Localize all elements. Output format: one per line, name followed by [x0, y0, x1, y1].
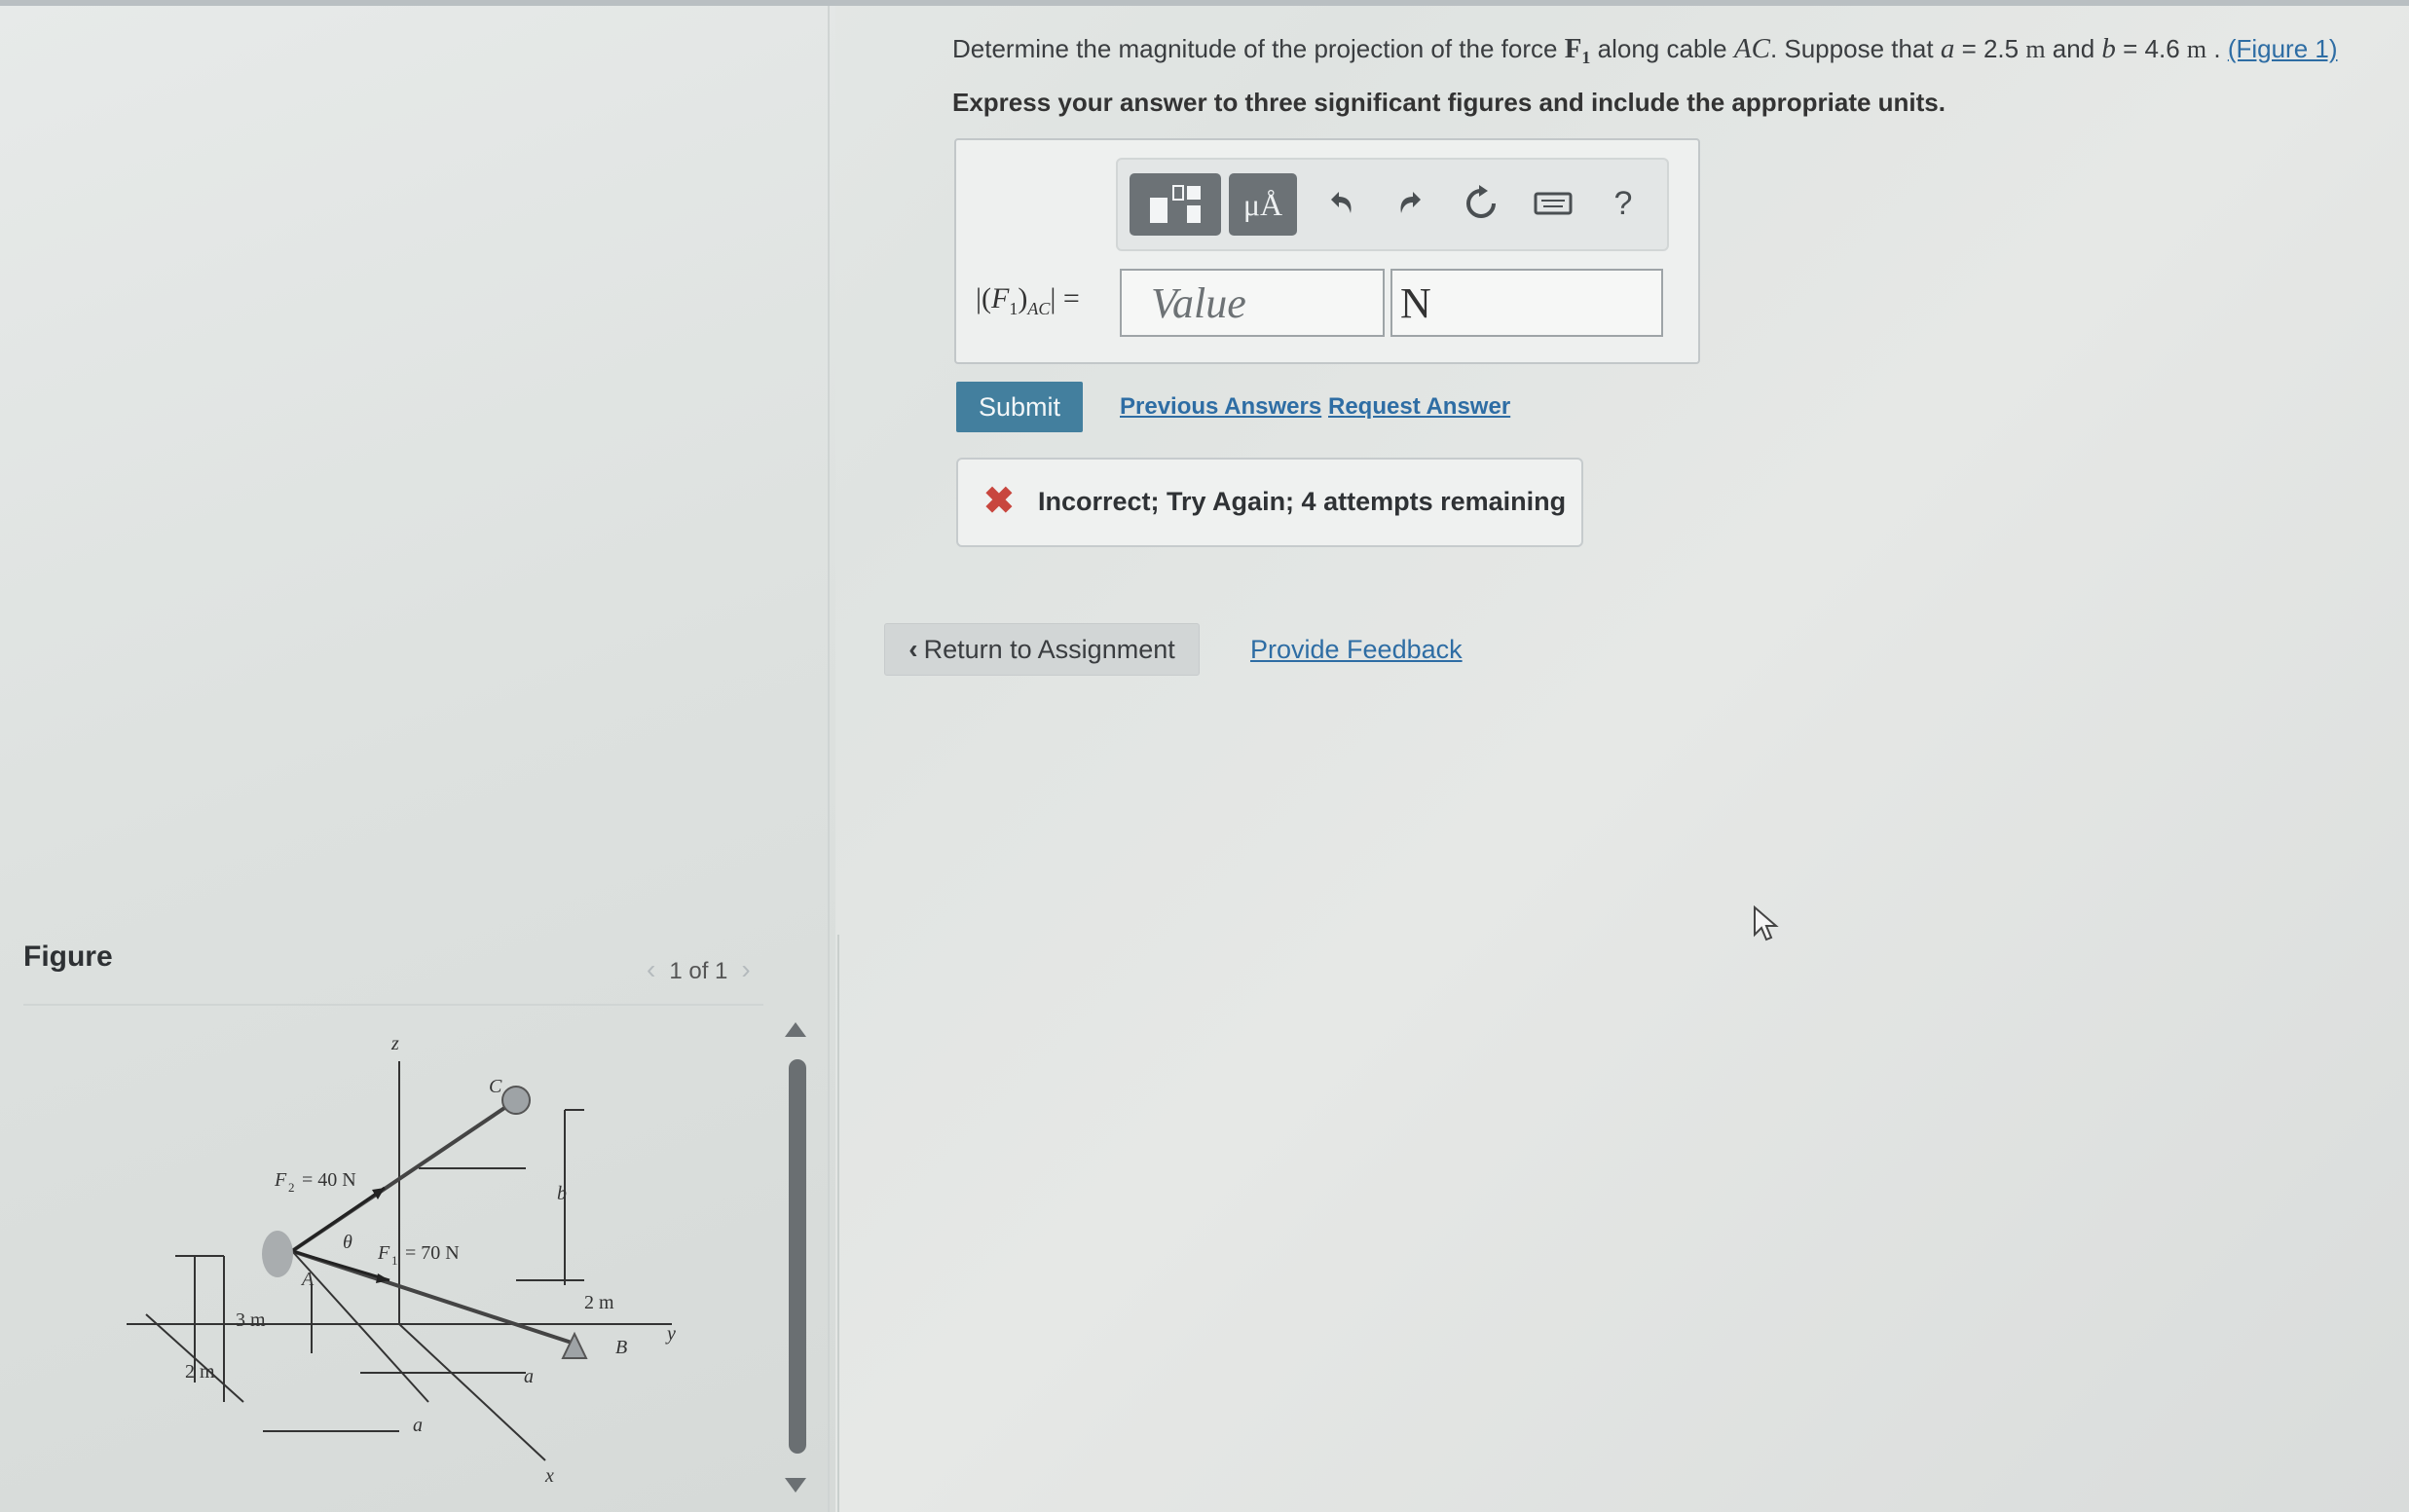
scroll-down-arrow-icon[interactable] — [785, 1478, 806, 1493]
feedback-box: ✖ Incorrect; Try Again; 4 attempts remai… — [956, 458, 1583, 547]
previous-answers-link[interactable]: Previous Answers — [1120, 393, 1321, 421]
b-dim-label: b — [557, 1183, 567, 1204]
templates-icon — [1150, 185, 1201, 223]
figure-page-count: 1 of 1 — [669, 958, 728, 984]
b-point-label: B — [615, 1337, 627, 1358]
math-toolbar: μÅ ? — [1116, 158, 1669, 251]
question-and: and — [2045, 34, 2102, 63]
question-a-unit: m — [2025, 35, 2046, 63]
question-part1: Determine the magnitude of the projectio… — [952, 34, 1565, 63]
f2-label-value: = 40 N — [302, 1169, 356, 1191]
answer-label-suffix: | = — [1050, 282, 1080, 314]
figure-heading: Figure — [23, 940, 113, 973]
prev-figure-icon[interactable]: ‹ — [633, 954, 669, 984]
provide-feedback-link[interactable]: Provide Feedback — [1250, 635, 1463, 665]
theta-label: θ — [343, 1232, 352, 1253]
question-b-eq: = 4.6 — [2115, 34, 2187, 63]
pane-divider-lower — [837, 935, 839, 1512]
x-axis — [398, 1323, 546, 1461]
figure-link[interactable]: (Figure 1) — [2228, 34, 2338, 63]
unit-input[interactable] — [1390, 269, 1663, 337]
a-dim-label-upper: a — [524, 1366, 534, 1387]
answer-label: |(F1)AC| = — [976, 282, 1080, 319]
help-button[interactable]: ? — [1599, 179, 1648, 228]
question-a-var: a — [1940, 33, 1955, 64]
incorrect-x-icon: ✖ — [983, 481, 1015, 522]
c-label: C — [489, 1076, 502, 1097]
reset-icon[interactable] — [1457, 179, 1505, 228]
y-label: y — [665, 1323, 676, 1345]
redo-icon[interactable] — [1387, 179, 1435, 228]
return-label: Return to Assignment — [923, 634, 1175, 664]
three-m-label: 3 m — [236, 1309, 266, 1331]
next-figure-icon[interactable]: › — [727, 954, 763, 984]
feedback-message: Incorrect; Try Again; 4 attempts remaini… — [1038, 487, 1567, 516]
answer-label-subscript: AC — [1027, 299, 1051, 318]
question-sep: . — [2206, 34, 2228, 63]
pane-divider — [828, 6, 830, 1512]
z-label: z — [390, 1033, 399, 1054]
answer-label-var: F — [991, 282, 1010, 314]
question-part3: . Suppose that — [1769, 34, 1941, 63]
units-button[interactable]: μÅ — [1229, 173, 1297, 236]
return-to-assignment-button[interactable]: ‹ Return to Assignment — [884, 623, 1200, 676]
answer-label-prefix: |( — [976, 282, 991, 314]
two-m-left-label: 2 m — [185, 1361, 215, 1383]
chevron-left-icon: ‹ — [908, 634, 918, 664]
question-part2: along cable — [1590, 34, 1734, 63]
f1-label-sub: 1 — [391, 1253, 398, 1268]
answer-label-close: ) — [1018, 282, 1028, 314]
figure-scrollbar[interactable] — [789, 1059, 806, 1454]
question-text: Determine the magnitude of the projectio… — [952, 33, 2393, 68]
submit-button[interactable]: Submit — [956, 382, 1083, 432]
question-b-unit: m — [2186, 35, 2207, 63]
value-input[interactable] — [1120, 269, 1385, 337]
point-b-support — [561, 1331, 588, 1359]
request-answer-link[interactable]: Request Answer — [1328, 393, 1510, 421]
f2-label-var: F — [274, 1169, 287, 1191]
f1-label-var: F — [377, 1242, 390, 1264]
question-b-var: b — [2101, 33, 2116, 64]
undo-icon[interactable] — [1316, 179, 1365, 228]
a-point-label: A — [300, 1269, 315, 1290]
force-diagram: z C F 2 = 40 N θ F 1 = 70 N A b 3 m 2 m … — [127, 1033, 676, 1487]
answer-label-sub: 1 — [1009, 299, 1019, 318]
question-a-eq: = 2.5 — [1954, 34, 2026, 63]
point-c-bracket — [501, 1086, 531, 1115]
figure-pager: ‹ 1 of 1 › — [633, 954, 764, 985]
figure-rule — [23, 1004, 763, 1006]
question-force: F — [1564, 33, 1582, 64]
templates-button[interactable] — [1130, 173, 1221, 236]
keyboard-icon[interactable] — [1529, 179, 1577, 228]
a-dim-label-lower: a — [413, 1415, 423, 1436]
x-label: x — [544, 1465, 554, 1487]
question-cable: AC — [1733, 33, 1770, 64]
mouse-cursor-icon — [1754, 905, 1779, 941]
point-a-bracket — [262, 1231, 293, 1277]
f1-label-value: = 70 N — [405, 1242, 460, 1264]
scroll-up-arrow-icon[interactable] — [785, 1022, 806, 1037]
instruction-text: Express your answer to three significant… — [952, 88, 1946, 117]
two-m-right-label: 2 m — [584, 1292, 614, 1313]
f2-label-sub: 2 — [288, 1180, 295, 1195]
